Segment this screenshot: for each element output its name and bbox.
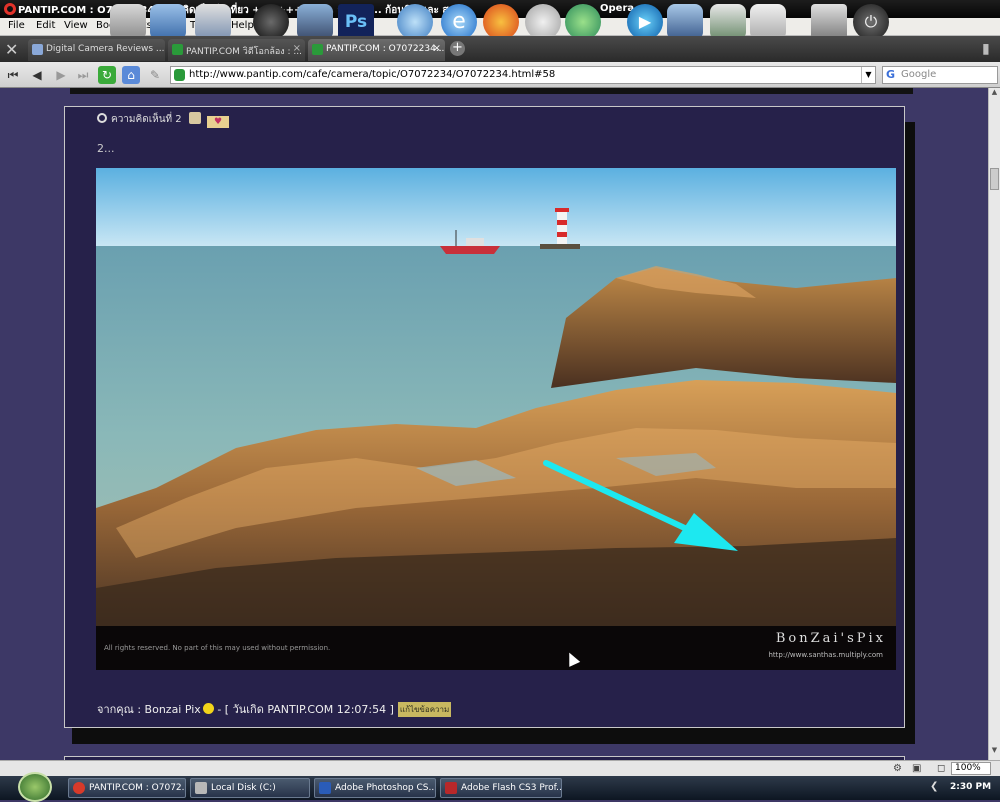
camera-favicon-icon: [32, 44, 43, 55]
photo-brand: BonZai'sPix: [775, 631, 886, 646]
menu-view[interactable]: View: [64, 20, 88, 31]
site-cactus-icon: [174, 69, 185, 81]
opera-logo-icon: [4, 3, 16, 15]
disk-icon: [195, 782, 207, 794]
safari-compass-icon[interactable]: [525, 4, 561, 40]
taskbar: PANTIP.COM : O7072... Local Disk (C:) Ad…: [0, 772, 1000, 802]
camera-status-icon[interactable]: ▣: [912, 763, 921, 774]
address-toolbar: ⏮ ◀ ▶ ⏭ ↻ ⌂ ✎ http://www.pantip.com/cafe…: [0, 62, 1000, 88]
page-scrollbar[interactable]: ▲ ▼: [988, 88, 1000, 760]
film-strip-icon[interactable]: [667, 4, 703, 40]
photoshop-icon[interactable]: Ps: [338, 4, 374, 40]
hard-drive-icon[interactable]: [110, 4, 146, 40]
photo-brand-url: http://www.santhas.multiply.com: [768, 651, 883, 659]
scrollbar-thumb[interactable]: [990, 168, 999, 190]
pantip-cactus-favicon-icon: [312, 44, 323, 55]
google-icon: G: [886, 68, 896, 81]
network-globe-icon[interactable]: [397, 4, 433, 40]
author-name: จากคุณ : Bonzai Pix: [97, 703, 201, 716]
new-tab-plus-icon[interactable]: +: [450, 41, 465, 56]
heart-badge-icon[interactable]: ♥: [207, 116, 230, 128]
flash-icon: [445, 782, 457, 794]
tools-wrench-icon[interactable]: ✕: [5, 40, 18, 59]
tab-close-icon[interactable]: ×: [293, 43, 301, 54]
photo-copyright: All rights reserved. No part of this may…: [104, 644, 331, 652]
previous-post-edge: [70, 88, 913, 94]
tab-bar: Digital Camera Reviews ... PANTIP.COM วิ…: [0, 36, 1000, 62]
zoom-level-select[interactable]: 100%: [951, 762, 991, 775]
fast-forward-icon[interactable]: ⏭: [74, 66, 92, 84]
power-icon[interactable]: ⏻: [853, 4, 889, 40]
photoshop-small-icon: [319, 782, 331, 794]
tab-close-icon[interactable]: ×: [433, 43, 441, 54]
tab-pantip-topic[interactable]: PANTIP.COM : O7072234... ×: [308, 39, 445, 61]
tray-expand-icon[interactable]: ❮: [930, 781, 938, 792]
emoticon-icon: [188, 112, 201, 124]
closed-tabs-trash-icon[interactable]: ▮: [982, 41, 990, 57]
media-player-icon[interactable]: ▶: [627, 4, 663, 40]
status-bar: ⚙ ▣ ◻ 100%: [0, 760, 1000, 776]
scroll-down-icon[interactable]: ▼: [989, 746, 1000, 758]
seascape-photo: [96, 168, 896, 670]
menu-edit[interactable]: Edit: [36, 20, 55, 31]
opera-icon: [73, 782, 85, 794]
reload-icon[interactable]: ↻: [98, 66, 116, 84]
forward-arrow-icon[interactable]: ▶: [52, 66, 70, 84]
taskbar-item-photoshop[interactable]: Adobe Photoshop CS...: [314, 778, 436, 798]
tab-digital-camera-reviews[interactable]: Digital Camera Reviews ...: [28, 39, 165, 61]
internet-explorer-icon[interactable]: e: [441, 4, 477, 40]
recycle-bin-icon[interactable]: [811, 4, 847, 40]
comment-number: ความคิดเห็นที่ 2: [111, 114, 182, 125]
comment-text: 2...: [97, 142, 115, 155]
page-content: ความคิดเห็นที่ 2 ♥ 2... All rights reser…: [0, 88, 988, 760]
menu-file[interactable]: File: [8, 20, 25, 31]
firefox-icon[interactable]: [483, 4, 519, 40]
comment-post: ความคิดเห็นที่ 2 ♥ 2... All rights reser…: [64, 106, 905, 728]
speed-dial-icon[interactable]: ⚙: [893, 763, 902, 774]
computer-icon[interactable]: [150, 4, 186, 40]
taskbar-item-opera[interactable]: PANTIP.COM : O7072...: [68, 778, 186, 798]
rewind-icon[interactable]: ⏮: [4, 66, 22, 84]
smiley-icon: [202, 703, 214, 714]
taskbar-item-local-disk[interactable]: Local Disk (C:): [190, 778, 310, 798]
posted-photo: All rights reserved. No part of this may…: [96, 168, 896, 670]
start-button[interactable]: [18, 772, 52, 802]
search-input[interactable]: G Google: [882, 66, 998, 84]
edit-pen-icon[interactable]: ✎: [146, 66, 164, 84]
scissors-icon[interactable]: [750, 4, 786, 40]
tab-pantip-camera[interactable]: PANTIP.COM วิดีโอกล้อง : ... ×: [168, 39, 305, 61]
photo-viewer-icon[interactable]: [297, 4, 333, 40]
post-date: - [ วันเกิด PANTIP.COM 12:07:54 ]: [213, 703, 394, 716]
documents-icon[interactable]: [195, 4, 231, 40]
taskbar-item-flash[interactable]: Adobe Flash CS3 Prof...: [440, 778, 562, 798]
home-icon[interactable]: ⌂: [122, 66, 140, 84]
url-input[interactable]: http://www.pantip.com/cafe/camera/topic/…: [170, 66, 876, 84]
download-icon[interactable]: [710, 4, 746, 40]
pantip-cactus-favicon-icon: [172, 44, 183, 55]
comment-header: ความคิดเห็นที่ 2 ♥: [97, 112, 230, 128]
camera-lens-icon[interactable]: [253, 4, 289, 40]
magnifier-icon[interactable]: [97, 113, 107, 123]
back-arrow-icon[interactable]: ◀: [28, 66, 46, 84]
zoom-view-icon[interactable]: ◻: [937, 763, 945, 774]
edit-message-button[interactable]: แก้ไขข้อความ: [397, 702, 452, 717]
system-clock: 2:30 PM: [950, 782, 992, 792]
messenger-icon[interactable]: [565, 4, 601, 40]
scroll-up-icon[interactable]: ▲: [989, 88, 1000, 100]
chevron-down-icon[interactable]: ▼: [861, 67, 875, 83]
post-author-line: จากคุณ : Bonzai Pix - [ วันเกิด PANTIP.C…: [97, 700, 452, 718]
